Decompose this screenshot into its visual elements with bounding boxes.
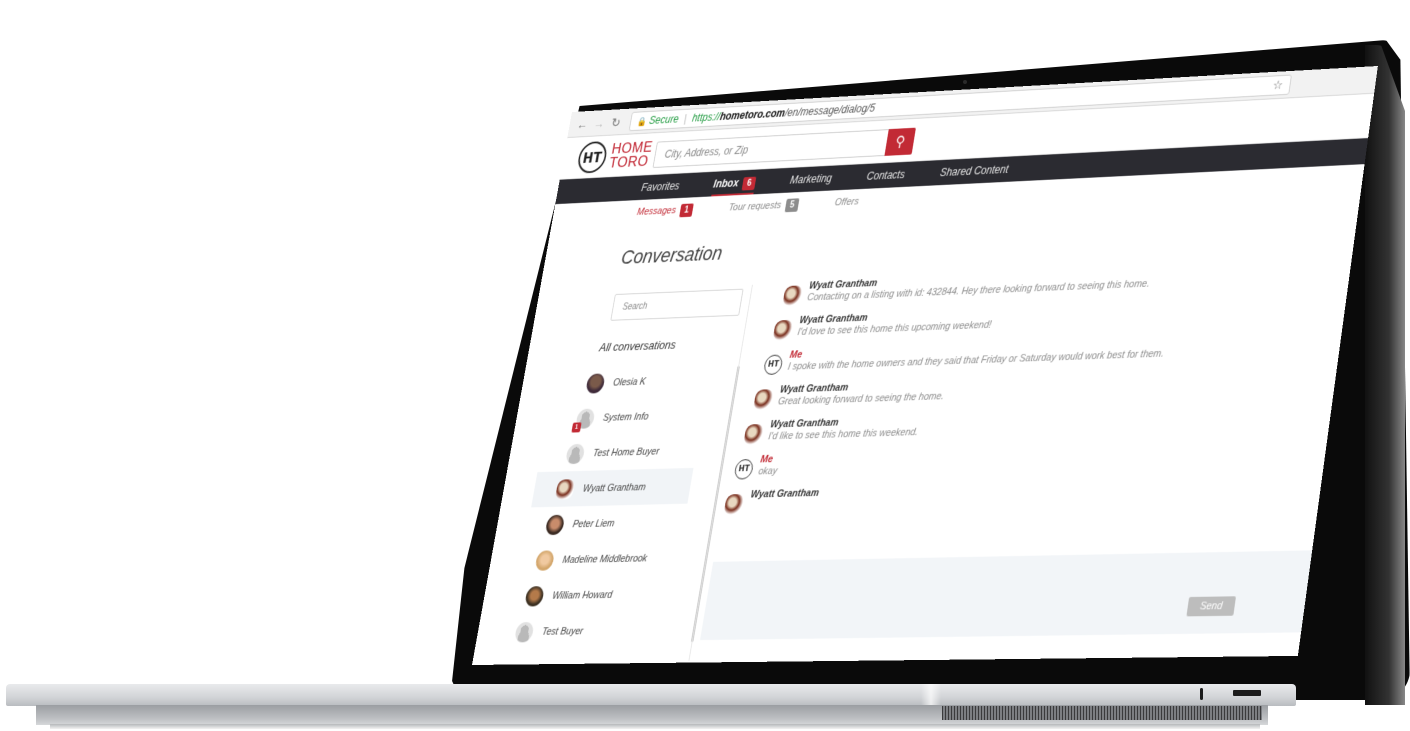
conversation-list: Olesia K 1 System Info Test Home Buyer Wyatt…: [503, 362, 740, 665]
conversation-page: Conversation All conversations Olesia K 1…: [472, 190, 1361, 665]
laptop-shadow: [50, 724, 1260, 729]
avatar: [743, 423, 765, 445]
message-item: Wyatt Grantham Great looking forward to s…: [753, 366, 1328, 410]
tab-tour-requests[interactable]: Tour requests 5: [728, 197, 800, 215]
conversation-name: Madeline Middlebrook: [561, 552, 649, 566]
avatar: 1: [571, 408, 596, 433]
conversation-item[interactable]: William Howard: [512, 576, 675, 615]
avatar: [554, 478, 576, 500]
avatar: [585, 372, 606, 394]
reload-icon[interactable]: ↻: [609, 115, 622, 130]
headphone-port: [1200, 688, 1203, 700]
nav-favorites[interactable]: Favorites: [639, 173, 681, 200]
send-button[interactable]: Send: [1186, 596, 1237, 617]
conversation-search: [610, 288, 744, 321]
hometoro-logo[interactable]: HT HOME TORO: [575, 138, 654, 174]
conversation-name: Olesia K: [612, 375, 647, 388]
message-item: Wyatt Grantham I'd like to see this home …: [743, 402, 1323, 445]
location-search-input[interactable]: [653, 130, 885, 168]
conversation-name: Test Buyer: [541, 625, 585, 638]
forward-icon[interactable]: →: [592, 116, 606, 131]
inbox-count-badge: 6: [741, 176, 757, 191]
avatar: [534, 549, 556, 571]
conversation-name: Wyatt Grantham: [582, 481, 647, 494]
search-button[interactable]: ⚲: [884, 127, 916, 156]
back-icon[interactable]: ←: [576, 117, 589, 132]
tab-offers[interactable]: Offers: [834, 196, 860, 208]
message-thread: Wyatt Grantham Contacting on a listing wi…: [723, 258, 1343, 525]
conversation-item[interactable]: Madeline Middlebrook: [518, 540, 681, 579]
avatar: [753, 389, 774, 410]
message-composer: Send: [699, 550, 1313, 641]
conversation-item[interactable]: Test Buyer: [506, 612, 669, 650]
nav-inbox[interactable]: Inbox 6: [711, 170, 757, 197]
location-search: ⚲: [652, 127, 916, 168]
page-title: Conversation: [619, 241, 725, 269]
all-conversations-label: All conversations: [598, 337, 677, 355]
message-item: HT Me okay: [733, 439, 1318, 480]
search-icon: ⚲: [894, 134, 907, 151]
avatar: [782, 285, 804, 306]
message-item: Wyatt Grantham: [723, 475, 1314, 515]
unread-badge: 1: [571, 421, 582, 433]
lock-icon: 🔒: [636, 117, 648, 128]
laptop-lid-edge: [1365, 45, 1405, 705]
conversation-name: William Howard: [551, 589, 614, 602]
conversation-item[interactable]: Wyatt Grantham: [531, 467, 694, 508]
tour-requests-count-badge: 5: [784, 197, 800, 212]
avatar: [772, 319, 794, 341]
conversation-item[interactable]: Olesia K: [550, 362, 712, 402]
message-sender: Me: [759, 453, 774, 466]
tab-messages[interactable]: Messages 1: [636, 202, 695, 219]
secure-label: Secure: [648, 112, 680, 127]
hometoro-avatar-icon: HT: [762, 354, 784, 376]
laptop-base-top: [6, 684, 1296, 706]
conversation-name: Peter Liem: [571, 517, 616, 530]
logo-text-line2: TORO: [607, 152, 650, 172]
avatar: [565, 443, 586, 464]
conversation-item[interactable]: 1 System Info: [544, 397, 706, 437]
nav-marketing[interactable]: Marketing: [788, 166, 834, 193]
conversation-name: Test Home Buyer: [592, 445, 661, 459]
hometoro-avatar-icon: HT: [733, 458, 755, 480]
message-sender: Wyatt Grantham: [749, 487, 820, 501]
avatar: [723, 493, 745, 515]
star-icon[interactable]: ☆: [1272, 76, 1284, 95]
nav-contacts[interactable]: Contacts: [865, 162, 907, 189]
url-host: hometoro.com: [719, 106, 787, 123]
avatar: [513, 621, 535, 642]
message-input[interactable]: [699, 550, 1313, 641]
laptop-vent: [942, 706, 1262, 720]
conversation-item[interactable]: Test Home Buyer: [537, 432, 699, 472]
webcam: [963, 80, 967, 84]
message-text: okay: [757, 465, 779, 478]
nav-shared-content[interactable]: Shared Content: [938, 157, 1010, 186]
conversation-name: System Info: [602, 410, 650, 424]
url-path: /en/message/dialog/5: [783, 101, 876, 120]
logo-mark-icon: HT: [575, 140, 609, 174]
url-protocol: https://: [691, 110, 722, 125]
usb-port: [1233, 690, 1261, 696]
messages-count-badge: 1: [679, 202, 695, 217]
avatar: [544, 514, 566, 535]
conversation-item[interactable]: Peter Liem: [525, 504, 688, 543]
laptop-screen: ← → ↻ 🔒 Secure | https://hometoro.com/en…: [471, 65, 1378, 665]
conversation-search-input[interactable]: [611, 289, 743, 320]
avatar: [524, 585, 545, 607]
laptop-mockup: ← → ↻ 🔒 Secure | https://hometoro.com/en…: [0, 0, 1410, 731]
